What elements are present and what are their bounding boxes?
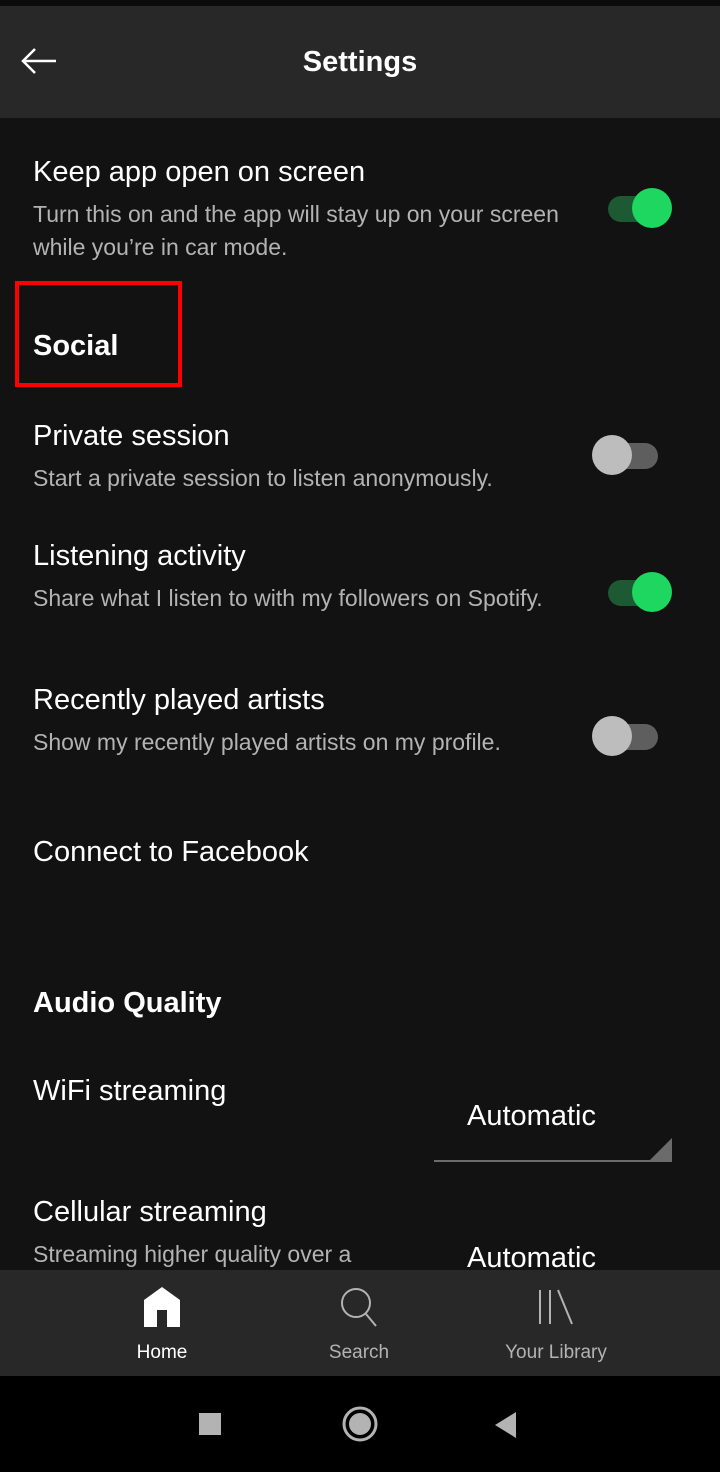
tab-search-label: Search: [328, 1342, 390, 1363]
circle-home-icon: [342, 1406, 378, 1442]
cellular-streaming-value: Automatic: [467, 1242, 596, 1270]
toggle-knob: [632, 188, 672, 228]
home-icon: [144, 1287, 180, 1327]
audio-quality-section-header: Audio Quality: [33, 987, 222, 1019]
top-app-bar: Settings: [0, 6, 720, 118]
keep-open-toggle[interactable]: [602, 186, 672, 230]
cellular-streaming-dropdown[interactable]: Automatic: [434, 1234, 672, 1270]
tab-home[interactable]: Home: [62, 1270, 262, 1376]
listening-activity-toggle[interactable]: [602, 570, 672, 614]
private-session-toggle[interactable]: [592, 433, 662, 477]
square-icon: [199, 1413, 221, 1435]
toggle-knob: [632, 572, 672, 612]
keep-open-title: Keep app open on screen: [33, 156, 366, 188]
private-session-desc: Start a private session to listen anonym…: [33, 465, 493, 491]
toggle-knob: [592, 716, 632, 756]
toggle-knob: [592, 435, 632, 475]
recent-artists-toggle[interactable]: [592, 714, 662, 758]
recents-button[interactable]: [198, 1412, 222, 1441]
tab-search[interactable]: Search: [259, 1270, 459, 1376]
recent-artists-title: Recently played artists: [33, 684, 325, 716]
wifi-streaming-dropdown[interactable]: Automatic: [434, 1092, 672, 1162]
settings-list[interactable]: Keep app open on screen Turn this on and…: [0, 118, 720, 1270]
triangle-back-icon: [495, 1412, 516, 1438]
library-icon: [539, 1289, 573, 1325]
social-section-header: Social: [33, 330, 119, 362]
tab-library-label: Your Library: [505, 1342, 607, 1363]
tab-home-label: Home: [136, 1342, 188, 1363]
back-nav-button[interactable]: [494, 1411, 518, 1444]
tab-library[interactable]: Your Library: [456, 1270, 656, 1376]
wifi-streaming-title: WiFi streaming: [33, 1075, 227, 1107]
search-icon: [341, 1288, 377, 1327]
recent-artists-desc: Show my recently played artists on my pr…: [33, 729, 501, 755]
dropdown-corner-icon: [648, 1138, 672, 1162]
home-nav-button[interactable]: [342, 1406, 378, 1447]
dropdown-underline: [434, 1160, 672, 1162]
connect-facebook-link[interactable]: Connect to Facebook: [33, 836, 309, 869]
listening-activity-desc: Share what I listen to with my followers…: [33, 585, 543, 611]
page-title: Settings: [302, 46, 418, 78]
keep-open-desc: Turn this on and the app will stay up on…: [33, 201, 559, 260]
wifi-streaming-value: Automatic: [467, 1100, 596, 1132]
bottom-tab-bar: Home Search Your Library: [0, 1270, 720, 1376]
cellular-streaming-desc: Streaming higher quality over a: [33, 1241, 352, 1267]
private-session-title: Private session: [33, 420, 230, 452]
system-nav-bar: [0, 1376, 720, 1472]
cellular-streaming-title: Cellular streaming: [33, 1196, 267, 1228]
listening-activity-title: Listening activity: [33, 540, 246, 572]
